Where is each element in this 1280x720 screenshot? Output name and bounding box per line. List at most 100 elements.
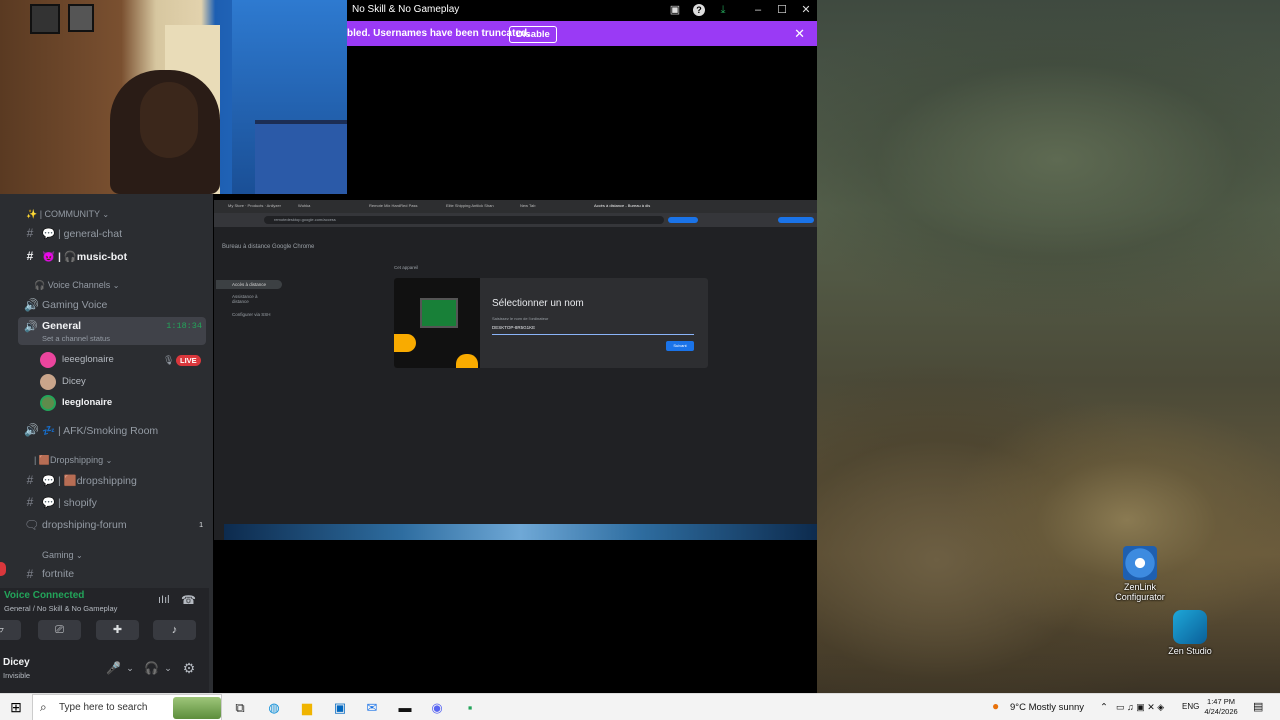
channel-dropshipping[interactable]: # 💬 | 🟫dropshipping (0, 470, 213, 490)
channel-label: 💬 | 🟫dropshipping (42, 475, 137, 487)
browser-tab[interactable]: Elite Shipping Antlick Shan (446, 203, 506, 213)
close-icon[interactable]: ✕ (800, 4, 812, 16)
gear-icon[interactable]: ⚙ (182, 661, 196, 675)
category-label: | 🟫Dropshipping (34, 455, 104, 465)
app-icon[interactable]: ▪ (461, 699, 479, 716)
browser-tab[interactable]: New Tab (520, 203, 580, 213)
forum-icon: 🗨 (24, 518, 40, 532)
channel-name: General (42, 320, 82, 332)
channel-status[interactable]: Set a channel status (42, 334, 110, 343)
notification-icon[interactable]: ▤ (1253, 700, 1263, 713)
soundboard-button[interactable]: ♪ (153, 620, 196, 640)
hash-icon: # (26, 226, 34, 240)
clock[interactable]: 1:47 PM 4/24/2026 (1198, 697, 1244, 717)
channel-dropshipping-forum[interactable]: 🗨 dropshiping-forum 1 (0, 515, 213, 535)
search-highlight-image (173, 697, 221, 719)
voice-location[interactable]: General / No Skill & No Gameplay (4, 604, 117, 613)
inbox-icon[interactable]: ▣ (669, 4, 681, 16)
screen-share-view: My Store · Products · Anilyzer Wuhka Rem… (214, 200, 817, 540)
store-icon[interactable]: ▣ (331, 699, 349, 716)
browser-tab[interactable]: Remote Mix HardRed Pass (369, 203, 431, 213)
maximize-icon[interactable]: ☐ (776, 4, 788, 16)
chevron-down-icon: ⌄ (105, 456, 113, 465)
terminal-icon[interactable]: ▬ (396, 699, 414, 716)
channel-afk[interactable]: 🔊 💤 | AFK/Smoking Room (0, 420, 213, 440)
nav-ssh[interactable]: Configurer via SSH (232, 312, 271, 317)
chevron-up-icon[interactable]: ⌃ (1100, 702, 1108, 713)
browser-tab-active[interactable]: Accès à distance - Bureau à dis (594, 203, 666, 213)
avatar (40, 395, 56, 411)
user-name: leeeglonaire (62, 354, 114, 365)
voice-connected-panel: Voice Connected General / No Skill & No … (0, 588, 209, 648)
name-dialog: Sélectionner un nom Saisissez le nom de … (394, 278, 708, 368)
channel-name: | 🎧music-bot (58, 251, 128, 263)
stream-window-titlebar: No Skill & No Gameplay ▣ ? ⤓ – ☐ ✕ (347, 0, 817, 21)
task-view-icon[interactable]: ⧉ (232, 699, 248, 716)
user-status: Invisible (3, 671, 31, 680)
category-label: | COMMUNITY (39, 209, 100, 219)
next-button[interactable]: Suivant (666, 341, 694, 351)
disable-button[interactable]: Disable (509, 26, 557, 43)
windows-start-icon[interactable]: ⊞ (8, 699, 24, 716)
profile-button[interactable] (778, 217, 814, 223)
channel-name: Gaming Voice (42, 299, 108, 311)
microphone-icon[interactable]: 🎤 (106, 661, 121, 675)
discord-icon[interactable]: ◉ (428, 699, 446, 716)
notice-banner: bled. Usernames have been truncated. Dis… (347, 21, 817, 46)
disconnect-icon[interactable]: ☎ (181, 593, 196, 607)
category-dropshipping[interactable]: | 🟫Dropshipping ⌄ (34, 455, 112, 466)
chevron-down-icon[interactable]: ⌄ (161, 661, 175, 675)
channel-name: | AFK/Smoking Room (58, 425, 159, 437)
activities-button[interactable]: ✚ (96, 620, 139, 640)
channel-general-chat[interactable]: # 💬 | general-chat (0, 223, 213, 243)
help-icon[interactable]: ? (693, 4, 705, 16)
yellow-shape (456, 354, 478, 368)
browser-tab[interactable]: My Store · Products · Anilyzer (228, 203, 290, 213)
minimize-icon[interactable]: – (752, 4, 764, 16)
user-name[interactable]: Dicey (3, 657, 30, 668)
time: 1:47 PM (1207, 697, 1235, 706)
computer-name-input[interactable]: DESKTOP-8R5G1KE (492, 325, 694, 335)
screen-share-button[interactable]: ⎚ (38, 620, 81, 640)
avatar (40, 352, 56, 368)
channel-label: 💤 | AFK/Smoking Room (42, 425, 159, 437)
edge-icon[interactable]: ◍ (265, 699, 283, 716)
nav-remote-access[interactable]: Accès à distance (216, 280, 282, 289)
category-gaming[interactable]: Gaming ⌄ (42, 550, 83, 560)
unread-count: 1 (199, 520, 204, 529)
download-icon[interactable]: ⤓ (717, 4, 729, 16)
file-explorer-icon[interactable]: ▆ (298, 699, 316, 716)
dialog-illustration (394, 278, 480, 368)
language-indicator[interactable]: ENG (1182, 702, 1199, 711)
weather-text[interactable]: 9°C Mostly sunny (1010, 702, 1084, 713)
desktop-icon-zenlink[interactable]: ZenLink Configurator (1110, 546, 1170, 602)
channel-music-bot[interactable]: # 😈 | 🎧music-bot (0, 246, 213, 266)
channel-label: 💬 | shopify (42, 497, 97, 509)
channel-label: 💬 | general-chat (42, 228, 123, 240)
chevron-down-icon[interactable]: ⌄ (123, 661, 137, 675)
outlook-icon[interactable]: ✉ (363, 699, 381, 716)
video-button[interactable]: ▱ (0, 620, 21, 640)
close-icon[interactable]: ✕ (794, 26, 805, 42)
remote-taskbar (224, 524, 817, 540)
desktop-icon-zen-studio[interactable]: Zen Studio (1160, 610, 1220, 656)
channel-name: | shopify (58, 497, 97, 509)
channel-fortnite[interactable]: # fortnite (0, 564, 213, 584)
voice-timer: 1:18:34 (166, 321, 202, 331)
desktop-icon-label: ZenLink Configurator (1115, 582, 1165, 602)
noise-suppression-icon[interactable]: ıIıl (158, 594, 170, 606)
tray-icons[interactable]: ▭ ♫ ▣ ✕ ◈ (1116, 702, 1164, 713)
url-field[interactable]: remotedesktop.google.com/access (264, 216, 664, 224)
category-community[interactable]: ✨ | COMMUNITY ⌄ (26, 209, 109, 220)
channel-general-active[interactable]: 🔊 General 1:18:34 Set a channel status (18, 317, 206, 345)
channel-shopify[interactable]: # 💬 | shopify (0, 492, 213, 512)
search-box[interactable]: ⌕ Type here to search (32, 694, 222, 720)
hash-icon: # (26, 567, 34, 581)
nav-remote-support[interactable]: Assistance à distance (232, 294, 272, 304)
category-voice-channels[interactable]: 🎧 Voice Channels ⌄ (34, 280, 119, 291)
weather-icon[interactable]: ● (992, 699, 999, 713)
browser-tab[interactable]: Wuhka (298, 203, 358, 213)
headphones-icon[interactable]: 🎧 (144, 661, 159, 675)
channel-gaming-voice[interactable]: 🔊 Gaming Voice (0, 295, 213, 315)
page-title: Bureau à distance Google Chrome (222, 244, 315, 250)
